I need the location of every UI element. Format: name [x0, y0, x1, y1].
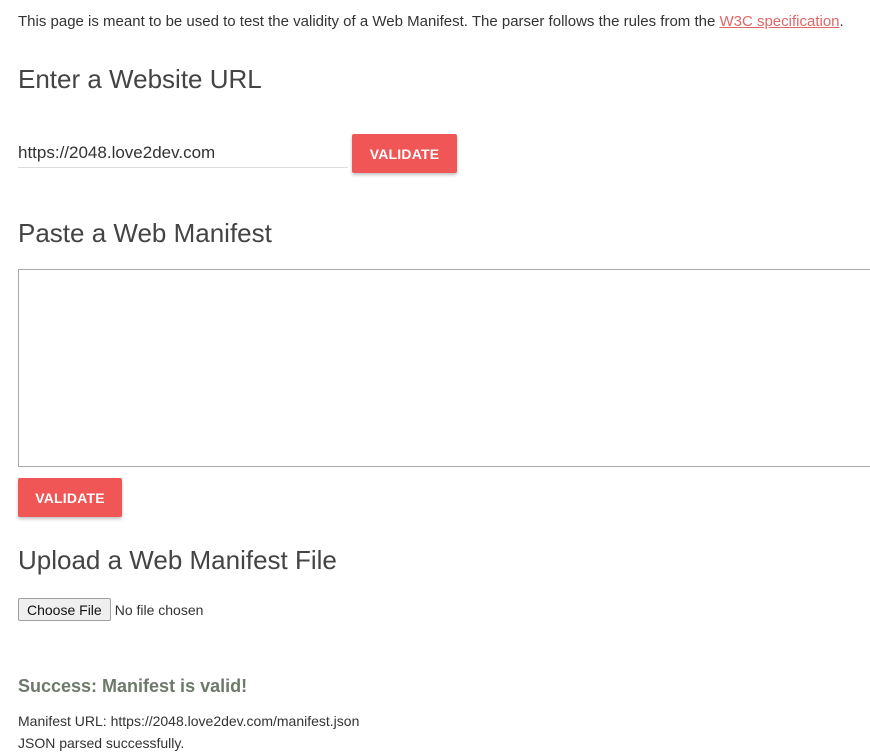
website-url-input[interactable] — [18, 139, 348, 168]
choose-file-button[interactable]: Choose File — [18, 598, 111, 621]
manifest-textarea[interactable] — [18, 269, 870, 467]
validation-success-title: Success: Manifest is valid! — [18, 676, 248, 696]
intro-description: This page is meant to be used to test th… — [18, 13, 720, 30]
file-status-text: No file chosen — [114, 601, 204, 618]
upload-section-heading: Upload a Web Manifest File — [18, 545, 337, 575]
validate-url-button[interactable]: VALIDATE — [352, 134, 457, 173]
intro-period: . — [839, 13, 844, 30]
json-status-text: JSON parsed successfully. — [18, 735, 185, 751]
manifest-url-text: Manifest URL: https://2048.love2dev.com/… — [18, 713, 360, 729]
w3c-specification-link[interactable]: W3C specification — [719, 13, 839, 30]
validate-manifest-button[interactable]: VALIDATE — [18, 478, 122, 517]
intro-text: This page is meant to be used to test th… — [18, 13, 844, 30]
paste-section-heading: Paste a Web Manifest — [18, 218, 272, 248]
url-section-heading: Enter a Website URL — [18, 64, 262, 94]
file-input[interactable]: Choose File No file chosen — [18, 598, 203, 621]
